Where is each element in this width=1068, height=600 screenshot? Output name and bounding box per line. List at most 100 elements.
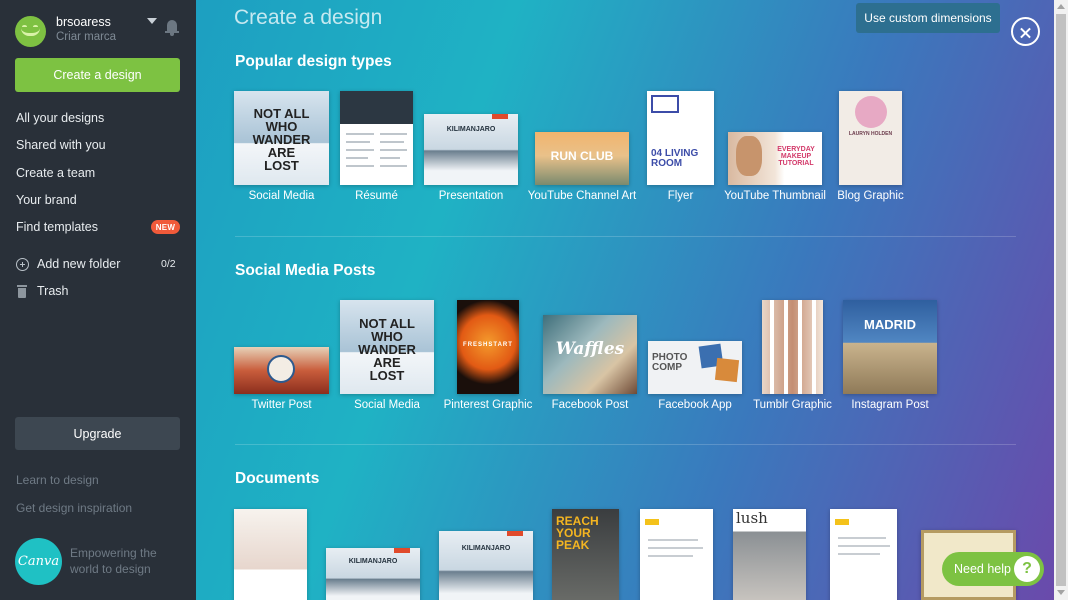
trash-link[interactable]: Trash (16, 284, 136, 300)
page-title: Create a design (234, 6, 383, 29)
divider (235, 444, 1016, 445)
profile-menu[interactable]: brsoaress Criar marca (15, 14, 185, 50)
need-help-label: Need help (954, 562, 1011, 576)
design-type-twitter-post[interactable]: Twitter Post (234, 347, 329, 416)
divider (235, 236, 1016, 237)
thumbnail: LAURYN HOLDEN (839, 91, 902, 185)
thumb-text: NOT ALL WHO WANDER ARE LOST (252, 106, 311, 173)
thumbnail: PHOTO COMP (648, 341, 742, 394)
card-label: Instagram Post (851, 399, 929, 411)
thumbnail: EVERYDAY MAKEUP TUTORIAL (728, 132, 822, 185)
username[interactable]: brsoaress (56, 15, 111, 29)
design-type-youtube-channel-art[interactable]: RUN CLUB YouTube Channel Art (528, 132, 636, 207)
thumb-text: FRESHSTART (463, 342, 513, 348)
nav-find-templates[interactable]: Find templates (16, 220, 98, 234)
thumb-text: RUN CLUB (550, 149, 614, 163)
card-label: Facebook Post (551, 399, 629, 411)
thumbnail (234, 347, 329, 394)
folder-count: 0/2 (161, 258, 176, 270)
design-type-youtube-thumbnail[interactable]: EVERYDAY MAKEUP TUTORIAL YouTube Thumbna… (724, 132, 826, 207)
new-badge: NEW (151, 220, 180, 234)
document-thumbnail[interactable] (640, 509, 713, 600)
thumbnail: FRESHSTART (457, 300, 519, 394)
thumb-text: KILIMANJARO (461, 545, 511, 552)
design-inspiration-link[interactable]: Get design inspiration (16, 501, 132, 515)
thumb-text: Waffles (555, 339, 625, 359)
section-title-popular: Popular design types (235, 53, 392, 70)
thumb-text: LAURYN HOLDEN (848, 131, 893, 137)
thumb-text: KILIMANJARO (348, 558, 398, 565)
card-label: YouTube Thumbnail (724, 190, 826, 202)
thumb-text: KILIMANJARO (446, 126, 496, 133)
thumb-text: lush (736, 509, 768, 527)
need-help-button[interactable]: Need help ? (942, 552, 1044, 586)
question-icon: ? (1014, 556, 1040, 582)
nav-all-designs[interactable]: All your designs (16, 111, 104, 125)
thumbnail (340, 91, 413, 185)
thumb-text: MADRID (864, 317, 916, 332)
trash-label: Trash (37, 284, 69, 298)
thumbnail: RUN CLUB (535, 132, 629, 185)
document-thumbnail[interactable]: lush (733, 509, 806, 600)
thumbnail: NOT ALL WHO WANDER ARE LOST (340, 300, 434, 394)
create-design-panel: Create a design Use custom dimensions Po… (196, 0, 1054, 600)
document-thumbnail[interactable]: KILIMANJARO (439, 531, 533, 600)
thumbnail: Waffles (543, 315, 637, 394)
thumbnail: MADRID (843, 300, 937, 394)
document-thumbnail[interactable]: KILIMANJARO (326, 548, 420, 600)
canva-logo[interactable]: Canva (15, 538, 62, 585)
scrollbar-thumb[interactable] (1056, 14, 1066, 586)
design-type-social-media-2[interactable]: NOT ALL WHO WANDER ARE LOST Social Media (340, 300, 434, 416)
tagline: Empowering the world to design (70, 546, 157, 576)
design-type-resume[interactable]: Résumé (340, 91, 413, 207)
design-type-presentation[interactable]: KILIMANJARO Presentation (424, 114, 518, 207)
scrollbar[interactable] (1054, 0, 1068, 600)
document-thumbnail[interactable]: REACH YOUR PEAK (552, 509, 619, 600)
scroll-up-arrow-icon[interactable] (1057, 4, 1065, 9)
card-label: Blog Graphic (837, 190, 904, 202)
design-type-instagram-post[interactable]: MADRID Instagram Post (843, 300, 937, 416)
plus-circle-icon (16, 258, 29, 271)
design-type-blog-graphic[interactable]: LAURYN HOLDEN Blog Graphic (837, 91, 904, 207)
upgrade-button[interactable]: Upgrade (15, 417, 180, 450)
scroll-down-arrow-icon[interactable] (1057, 590, 1065, 595)
design-type-facebook-app[interactable]: PHOTO COMP Facebook App (648, 341, 742, 416)
thumb-text: PHOTO COMP (652, 352, 688, 373)
brand-subtitle[interactable]: Criar marca (56, 31, 116, 43)
thumb-text: 04 LIVING ROOM (651, 148, 699, 169)
learn-to-design-link[interactable]: Learn to design (16, 473, 99, 487)
design-type-pinterest-graphic[interactable]: FRESHSTART Pinterest Graphic (444, 300, 532, 416)
nav-create-team[interactable]: Create a team (16, 166, 95, 180)
design-type-facebook-post[interactable]: Waffles Facebook Post (543, 315, 637, 416)
thumbnail: NOT ALL WHO WANDER ARE LOST (234, 91, 329, 185)
close-icon[interactable] (1011, 17, 1040, 46)
add-folder-label: Add new folder (37, 257, 121, 271)
card-label: Presentation (438, 190, 504, 202)
card-label: YouTube Channel Art (527, 190, 637, 202)
bell-icon[interactable] (165, 20, 179, 36)
thumb-text: REACH YOUR PEAK (556, 514, 599, 552)
add-folder-button[interactable]: Add new folder 0/2 (16, 257, 181, 273)
card-label: Facebook App (658, 399, 732, 411)
card-label: Social Media (354, 399, 420, 411)
thumb-text: EVERYDAY MAKEUP TUTORIAL (777, 146, 815, 167)
thumbnail: 04 LIVING ROOM (647, 91, 714, 185)
design-type-flyer[interactable]: 04 LIVING ROOM Flyer (647, 91, 714, 207)
section-title-social: Social Media Posts (235, 262, 376, 279)
create-design-button[interactable]: Create a design (15, 58, 180, 92)
chevron-down-icon[interactable] (147, 18, 157, 24)
section-title-documents: Documents (235, 470, 320, 487)
thumbnail (762, 300, 823, 394)
trash-icon (17, 285, 27, 298)
card-label: Pinterest Graphic (443, 399, 533, 411)
document-thumbnail[interactable] (234, 509, 307, 600)
nav-shared-with-you[interactable]: Shared with you (16, 138, 106, 152)
design-type-social-media[interactable]: NOT ALL WHO WANDER ARE LOST Social Media (234, 91, 329, 207)
card-label: Twitter Post (251, 399, 312, 411)
nav-your-brand[interactable]: Your brand (16, 193, 77, 207)
thumb-text: NOT ALL WHO WANDER ARE LOST (358, 316, 416, 383)
custom-dimensions-button[interactable]: Use custom dimensions (856, 3, 1000, 33)
document-thumbnail[interactable] (830, 509, 897, 600)
design-type-tumblr-graphic[interactable]: Tumblr Graphic (753, 300, 832, 416)
avatar[interactable] (15, 16, 46, 47)
